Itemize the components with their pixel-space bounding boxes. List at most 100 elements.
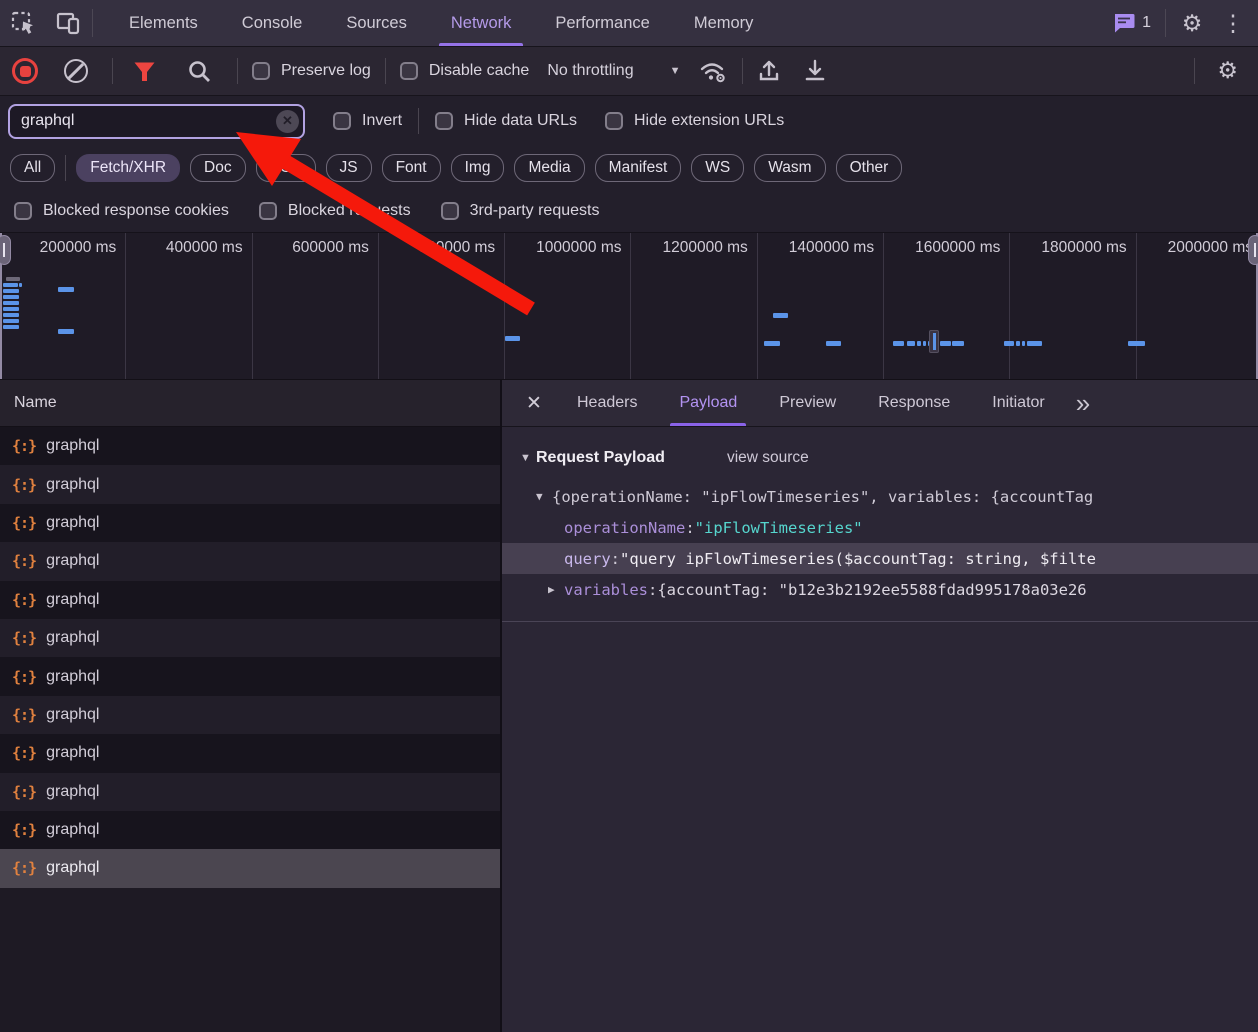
3rd-party-requests-checkbox[interactable]: 3rd-party requests xyxy=(440,202,599,220)
network-activity-bar xyxy=(58,287,74,292)
request-row[interactable]: {:} graphql xyxy=(0,580,500,619)
timeline-segment: 1800000 ms xyxy=(1010,233,1137,379)
record-network-log-button[interactable] xyxy=(12,58,38,84)
chip-img[interactable]: Img xyxy=(450,154,505,182)
blocked-response-cookies-checkbox[interactable]: Blocked response cookies xyxy=(14,202,229,220)
payload-key: variables xyxy=(564,580,648,599)
payload-row-query[interactable]: query: "query ipFlowTimeseries($accountT… xyxy=(502,543,1258,574)
payload-value: {accountTag: "b12e3b2192ee5588fdad995178… xyxy=(657,580,1087,599)
tab-console[interactable]: Console xyxy=(220,0,325,46)
network-activity-bar xyxy=(917,341,921,346)
kebab-menu-icon[interactable]: ⋮ xyxy=(1218,11,1248,35)
chip-wasm[interactable]: Wasm xyxy=(754,154,826,182)
clear-filter-icon[interactable]: ✕ xyxy=(276,109,299,133)
tab-performance[interactable]: Performance xyxy=(533,0,671,46)
detail-tab-initiator[interactable]: Initiator xyxy=(971,380,1065,426)
timeline-tick-label: 1600000 ms xyxy=(915,239,1001,256)
network-activity-bar xyxy=(1022,341,1025,346)
chip-other[interactable]: Other xyxy=(835,154,903,182)
import-har-icon[interactable] xyxy=(757,59,781,83)
chip-font[interactable]: Font xyxy=(381,154,441,182)
detail-tab-preview[interactable]: Preview xyxy=(758,380,857,426)
payload-row-variables[interactable]: ▶ variables: {accountTag: "b12e3b2192ee55… xyxy=(502,574,1258,605)
preserve-log-checkbox[interactable]: Preserve log xyxy=(252,62,371,80)
chip-manifest[interactable]: Manifest xyxy=(594,154,682,182)
disable-cache-checkbox[interactable]: Disable cache xyxy=(399,62,529,80)
export-har-icon[interactable] xyxy=(803,59,827,83)
detail-tab-response[interactable]: Response xyxy=(857,380,971,426)
chip-js[interactable]: JS xyxy=(325,154,372,182)
request-row[interactable]: {:} graphql xyxy=(0,772,500,811)
hide-extension-urls-checkbox[interactable]: Hide extension URLs xyxy=(604,112,784,130)
close-detail-icon[interactable]: ✕ xyxy=(512,380,556,426)
request-row[interactable]: {:} graphql xyxy=(0,465,500,504)
chip-ws[interactable]: WS xyxy=(691,154,745,182)
request-row[interactable]: {:} graphql xyxy=(0,542,500,581)
name-column-header[interactable]: Name xyxy=(0,380,500,427)
chip-css[interactable]: CSS xyxy=(255,154,316,182)
tab-sources[interactable]: Sources xyxy=(324,0,429,46)
timeline-tick-label: 1400000 ms xyxy=(788,239,875,256)
checkbox-box[interactable] xyxy=(14,202,32,220)
settings-gear-icon[interactable]: ⚙ xyxy=(1172,11,1212,35)
request-row[interactable]: {:} graphql xyxy=(0,503,500,543)
timeline-brush-grip-right[interactable] xyxy=(1248,235,1258,265)
request-payload-section[interactable]: ▼ Request Payload view source xyxy=(502,441,1258,475)
checkbox-box[interactable] xyxy=(435,112,454,130)
clear-network-log-icon[interactable] xyxy=(64,59,88,83)
request-row[interactable]: {:} graphql xyxy=(0,657,500,696)
issues-counter-button[interactable]: 1 xyxy=(1105,13,1159,33)
request-row[interactable]: {:} graphql xyxy=(0,810,500,850)
timeline-brush-grip-left[interactable] xyxy=(0,235,11,265)
timeline-segment: 600000 ms xyxy=(253,233,379,379)
network-conditions-icon[interactable] xyxy=(698,58,728,84)
detail-tab-headers[interactable]: Headers xyxy=(556,380,658,426)
checkbox-box[interactable] xyxy=(399,62,418,80)
chip-all[interactable]: All xyxy=(10,154,56,182)
chip-doc[interactable]: Doc xyxy=(190,154,246,182)
payload-row-operationname[interactable]: operationName: "ipFlowTimeseries" xyxy=(502,512,1258,543)
checkbox-box[interactable] xyxy=(333,112,351,130)
filter-funnel-icon[interactable] xyxy=(127,61,162,82)
chip-media[interactable]: Media xyxy=(514,154,585,182)
extra-filter-checkboxes: Blocked response cookies Blocked requests… xyxy=(0,190,1258,233)
timeline-segment: 400000 ms xyxy=(126,233,253,379)
tab-memory[interactable]: Memory xyxy=(672,0,776,46)
search-icon[interactable] xyxy=(176,60,223,83)
detail-tab-payload[interactable]: Payload xyxy=(658,380,758,426)
blocked-requests-checkbox[interactable]: Blocked requests xyxy=(258,202,411,220)
network-activity-bar xyxy=(3,301,19,305)
view-source-link[interactable]: view source xyxy=(727,449,809,467)
caret-right-icon[interactable]: ▶ xyxy=(548,583,564,596)
payload-root-row[interactable]: ▼ {operationName: "ipFlowTimeseries", va… xyxy=(502,481,1258,512)
device-toolbar-icon[interactable] xyxy=(46,0,92,46)
toolbar-divider xyxy=(92,9,93,37)
throttling-dropdown[interactable]: No throttling ▼ xyxy=(543,62,684,80)
invert-checkbox[interactable]: Invert xyxy=(333,112,402,130)
timeline-tick-label: 800000 ms xyxy=(418,239,496,256)
checkbox-box[interactable] xyxy=(440,202,459,220)
network-activity-bar xyxy=(3,289,19,293)
network-settings-gear-icon[interactable]: ⚙ xyxy=(1209,59,1246,83)
section-caret-icon[interactable]: ▼ xyxy=(520,452,536,464)
chip-fetch-xhr[interactable]: Fetch/XHR xyxy=(76,154,181,182)
request-row[interactable]: {:} graphql xyxy=(0,734,500,773)
hide-data-urls-checkbox[interactable]: Hide data URLs xyxy=(435,112,577,130)
request-row[interactable]: {:} graphql xyxy=(0,427,500,466)
network-activity-bar xyxy=(826,341,841,346)
filter-input[interactable] xyxy=(8,103,305,139)
network-overview-timeline[interactable]: 200000 ms 400000 ms 600000 ms 800000 ms 1000… xyxy=(0,233,1258,380)
caret-down-icon[interactable]: ▼ xyxy=(536,490,552,503)
checkbox-box[interactable] xyxy=(604,112,623,130)
request-row[interactable]: {:} graphql xyxy=(0,695,500,735)
payload-value: "ipFlowTimeseries" xyxy=(694,518,863,537)
more-tabs-icon[interactable]: » xyxy=(1066,380,1098,426)
inspect-element-icon[interactable] xyxy=(0,0,46,46)
network-activity-bar xyxy=(907,341,915,346)
checkbox-box[interactable] xyxy=(252,62,270,80)
tab-network[interactable]: Network xyxy=(429,0,534,46)
request-row[interactable]: {:} graphql xyxy=(0,849,500,888)
tab-elements[interactable]: Elements xyxy=(107,0,220,46)
checkbox-box[interactable] xyxy=(258,202,277,220)
request-row[interactable]: {:} graphql xyxy=(0,618,500,658)
